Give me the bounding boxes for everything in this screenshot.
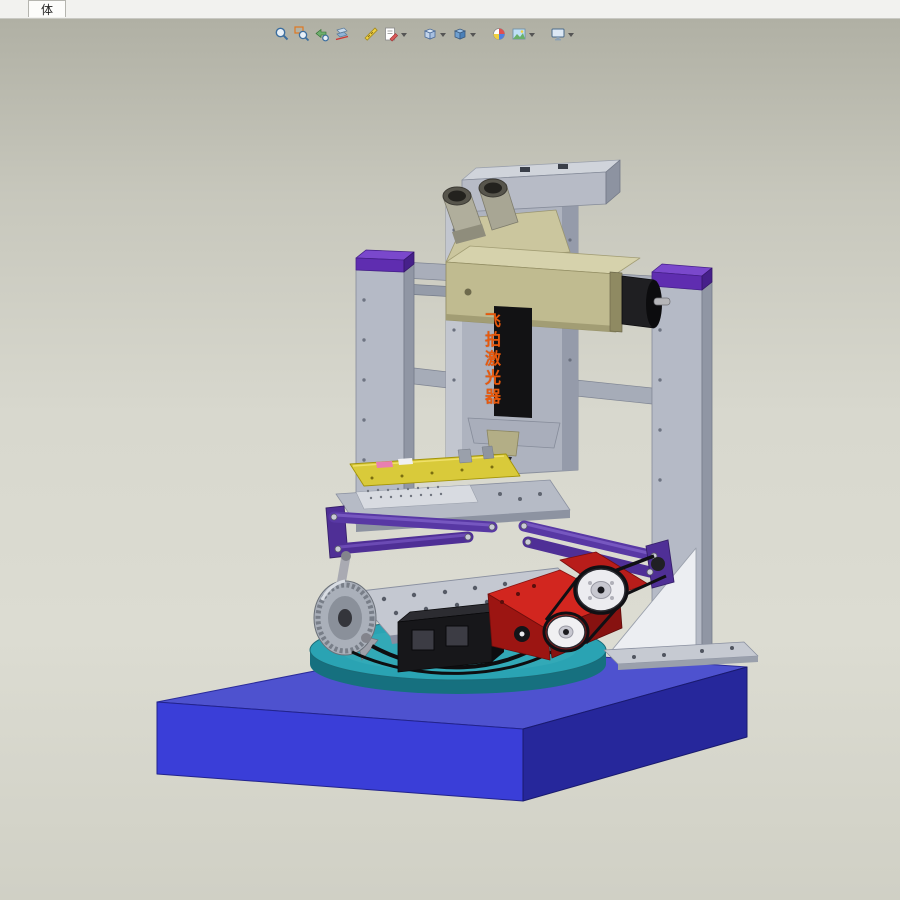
controller-box[interactable] [397,601,505,673]
view-settings-button[interactable] [549,24,577,44]
apply-scene-button[interactable] [510,24,538,44]
section-view-button[interactable] [333,24,351,44]
apply-scene-dropdown-arrow[interactable] [529,32,535,37]
display-style-dropdown-arrow[interactable] [470,32,476,37]
measure-button[interactable] [362,24,380,44]
laser-module-label: 飞拍激光器 [482,312,499,407]
annotation-icon [385,27,399,42]
section-view-icon [335,27,349,41]
edit-appearance-icon [493,28,505,40]
zoom-to-fit-button[interactable] [273,24,291,44]
zoom-to-area-button[interactable] [293,24,311,44]
previous-view-icon [315,28,329,42]
view-orientation-dropdown-arrow[interactable] [440,32,446,37]
zoom-to-area-icon [294,26,310,42]
graphics-area[interactable]: 飞拍激光器 [0,18,900,900]
edit-appearance-button[interactable] [490,24,508,44]
display-style-icon [453,28,467,40]
machine-3d-model[interactable] [0,18,900,900]
measure-icon [364,27,378,41]
document-tab[interactable]: 体 [28,0,66,17]
cad-application-window: 体 飞拍激光器 [0,0,900,900]
view-settings-icon [551,28,565,41]
display-style-button[interactable] [451,24,479,44]
view-orientation-button[interactable] [421,24,449,44]
zoom-to-fit-icon [275,27,289,41]
heads-up-view-toolbar [272,22,578,46]
previous-view-button[interactable] [313,24,331,44]
view-settings-dropdown-arrow[interactable] [568,32,574,37]
document-tab-bar: 体 [0,0,900,19]
apply-scene-icon [512,28,526,40]
document-tab-label: 体 [40,2,53,17]
annotation-button[interactable] [382,24,410,44]
annotation-dropdown-arrow[interactable] [401,32,407,37]
view-orientation-icon [423,28,437,40]
